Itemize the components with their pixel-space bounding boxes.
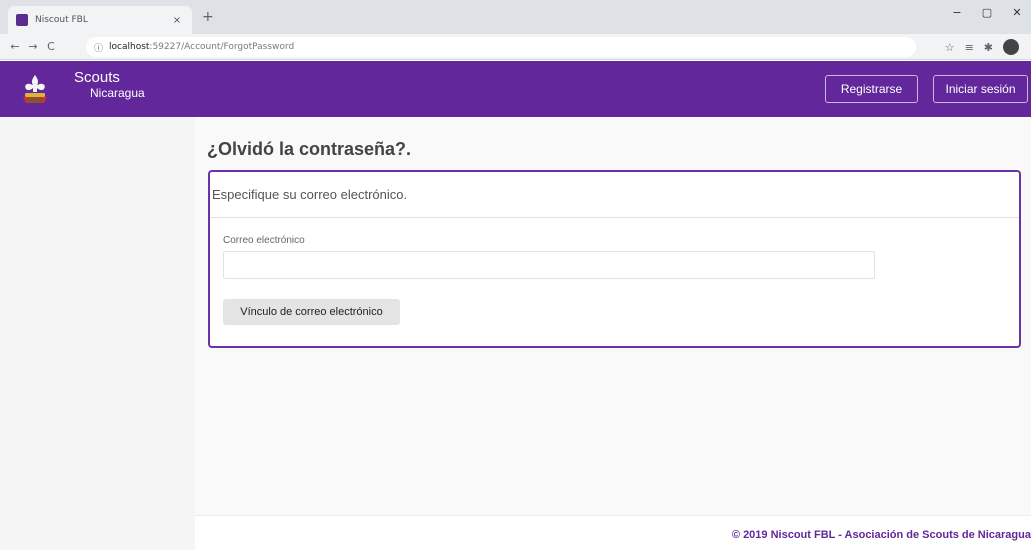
email-field[interactable] (223, 251, 875, 279)
new-tab-button[interactable]: + (202, 10, 214, 24)
register-button[interactable]: Registrarse (825, 75, 918, 103)
extension-icons: ☆ ≡ ✱ (945, 39, 1019, 55)
browser-tabbar: Niscout FBL × + − ▢ ✕ (0, 0, 1031, 34)
login-button[interactable]: Iniciar sesión (933, 75, 1028, 103)
footer-text: © 2019 Niscout FBL - Asociación de Scout… (731, 529, 1031, 541)
brand-name[interactable]: Scouts Nicaragua (74, 70, 145, 99)
main-content: ¿Olvidó la contraseña?. Especifique su c… (195, 117, 1031, 515)
reload-icon[interactable]: C (42, 40, 60, 53)
minimize-icon[interactable]: − (951, 6, 963, 19)
url-host: localhost (109, 42, 150, 52)
tab-title: Niscout FBL (35, 15, 88, 25)
footer: © 2019 Niscout FBL - Asociación de Scout… (195, 515, 1031, 550)
back-icon[interactable]: ← (6, 40, 24, 53)
forward-icon[interactable]: → (24, 40, 42, 53)
browser-tab[interactable]: Niscout FBL × (8, 6, 192, 34)
favicon-icon (16, 14, 28, 26)
maximize-icon[interactable]: ▢ (981, 6, 993, 19)
puzzle-icon[interactable]: ✱ (984, 41, 993, 54)
info-icon[interactable]: ⓘ (94, 41, 103, 54)
extension-icon[interactable]: ≡ (965, 41, 974, 54)
url-bar[interactable]: ⓘ localhost:59227/Account/ForgotPassword (86, 37, 916, 57)
sidebar (0, 117, 195, 550)
browser-addressbar: ← → C ⓘ localhost:59227/Account/ForgotPa… (0, 34, 1031, 60)
profile-avatar[interactable] (1003, 39, 1019, 55)
bookmark-star-icon[interactable]: ☆ (945, 41, 955, 54)
email-label: Correo electrónico (223, 235, 305, 246)
brand-line-1: Scouts (74, 69, 120, 86)
email-link-button[interactable]: Vínculo de correo electrónico (223, 299, 400, 325)
scouts-logo-icon[interactable] (20, 73, 50, 105)
url-text: localhost:59227/Account/ForgotPassword (109, 42, 294, 52)
brand-line-2: Nicaragua (90, 86, 145, 100)
tab-close-icon[interactable]: × (170, 15, 184, 26)
page-title: ¿Olvidó la contraseña?. (207, 139, 412, 159)
url-path: :59227/Account/ForgotPassword (149, 42, 295, 52)
app-header: Scouts Nicaragua Registrarse Iniciar ses… (0, 61, 1031, 117)
forgot-password-card: Especifique su correo electrónico. Corre… (208, 170, 1021, 348)
card-header: Especifique su correo electrónico. (210, 172, 1019, 218)
close-window-icon[interactable]: ✕ (1011, 6, 1023, 19)
window-controls: − ▢ ✕ (951, 6, 1023, 19)
